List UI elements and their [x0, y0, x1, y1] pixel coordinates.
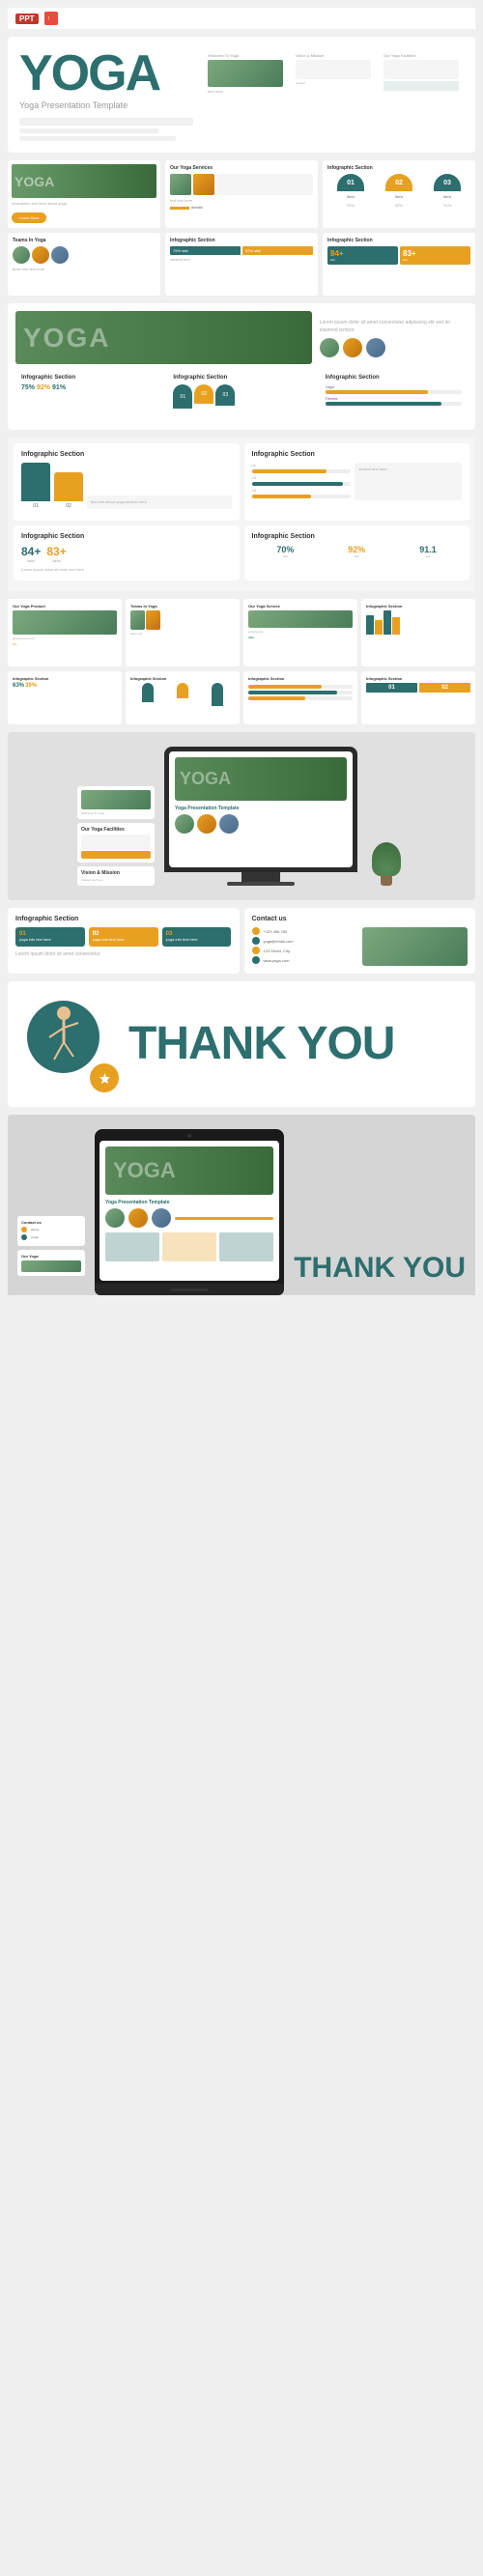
- side-slide-1: Welcome To Yoga: [77, 786, 155, 819]
- contact-slide: Contact us +123 456 789 yoga@email.com 1…: [244, 908, 476, 974]
- infographic-contact-row: Infographic Section 01 yoga info text he…: [8, 908, 475, 974]
- teams-slide: Teams In Yoga team info text here: [8, 233, 160, 296]
- bottom-right-content: THANK YOU: [294, 1255, 466, 1295]
- infographic-4col: Infographic Section: [361, 599, 475, 666]
- infographic-large-slide: Infographic Section 01 yoga info text he…: [8, 908, 240, 974]
- side-slide-3: Vision & Mission mission text here: [77, 866, 155, 886]
- yoga-wide-slide: YOGA Lorem ipsum dolor sit amet consecte…: [8, 303, 475, 430]
- slide-row-1: YOGA description text here about yoga Le…: [8, 160, 475, 228]
- laptop-mockup-section: Contact us phone email Our Yoga: [8, 1115, 475, 1295]
- infographic-wide-2: Infographic Section 01 03 25 section tex…: [244, 443, 470, 521]
- wide-yoga-image: YOGA: [15, 311, 312, 364]
- slide-row-2: Teams In Yoga team info text here Infogr…: [8, 233, 475, 296]
- percentage-slide: Infographic Section 70% stat 92% stat 91…: [244, 525, 470, 580]
- top-bar: PPT !: [8, 8, 475, 29]
- main-yoga-title: YOGA: [19, 48, 193, 99]
- infographic-row-4: Infographic Section 63% 39% Infographic …: [8, 671, 475, 724]
- inf-4-1: Infographic Section 63% 39%: [8, 671, 122, 724]
- bottom-side-slide-1: Contact us phone email: [17, 1216, 85, 1246]
- infographic-2col-1: Infographic Section 01 02 text info abou…: [14, 443, 469, 521]
- infographic-slide-small-1: Infographic Section 01 item 02 item 03 i…: [323, 160, 475, 228]
- thank-you-text: THANK YOU: [128, 1023, 394, 1064]
- infographic-wide-1: Infographic Section 01 02 text info abou…: [14, 443, 240, 521]
- bottom-side-slide-2: Our Yoga: [17, 1250, 85, 1276]
- hero-slide: YOGA Yoga Presentation Template Welcome …: [8, 37, 475, 153]
- monitor-mockup: YOGA Yoga Presentation Template: [164, 747, 357, 886]
- product-row: Our Yoga Product product info here 84+ T…: [8, 599, 475, 666]
- phone-icon: [252, 927, 260, 935]
- location-icon: [252, 947, 260, 954]
- our-yoga-services-slide: Our Yoga Services text info here details: [165, 160, 318, 228]
- page-container: PPT ! YOGA Yoga Presentation Template We: [0, 0, 483, 1303]
- side-slide-2: Our Yoga Facilities: [77, 823, 155, 863]
- hero-right: Welcome To Yoga text here Vision & Missi…: [203, 48, 464, 141]
- thumb-1: Welcome To Yoga text here: [203, 48, 288, 111]
- stats-slide: Infographic Section 84+ label 83+ label …: [14, 525, 240, 580]
- infographic-a: Infographic Section 75% 92% 91%: [15, 369, 163, 417]
- service-slide-2: Our Yoga Service service text 280+: [243, 599, 357, 666]
- large-infographic-section: Infographic Section 01 02 text info abou…: [8, 438, 475, 591]
- inf-4-4: Infographic Section 01 02: [361, 671, 475, 724]
- svg-text:!: !: [48, 16, 49, 22]
- infographic-slide-small-3: Infographic Section 84+ info 83+ info: [323, 233, 475, 296]
- yoga-pose-svg: [40, 1004, 88, 1071]
- email-icon: [252, 937, 260, 945]
- device-mockup-section: Welcome To Yoga Our Yoga Facilities Visi…: [8, 732, 475, 900]
- main-tagline: Yoga Presentation Template: [19, 100, 193, 110]
- infographic-c: Infographic Section Yoga Fitness: [320, 369, 468, 417]
- yoga-slide-1: YOGA description text here about yoga Le…: [8, 160, 160, 228]
- laptop-mockup: YOGA Yoga Presentation Template: [95, 1129, 284, 1295]
- hero-left: YOGA Yoga Presentation Template: [19, 48, 193, 141]
- infographic-slide-small-2: Infographic Section 75% stat 92% stat co…: [165, 233, 318, 296]
- inf-4-2: Infographic Section: [126, 671, 240, 724]
- file-icon: !: [44, 12, 58, 25]
- teams-slide-2: Teams In Yoga team text: [126, 599, 240, 666]
- thumb-2: Vision & Mission content: [291, 48, 376, 111]
- infographic-row-below: Infographic Section 75% 92% 91% Infograp…: [15, 369, 468, 417]
- thumb-3: Our Yoga Facilities: [379, 48, 464, 111]
- ppt-badge: PPT: [15, 14, 39, 24]
- infographic-b: Infographic Section 01 02 03: [167, 369, 315, 417]
- thank-you-slide: THANK YOU: [8, 981, 475, 1107]
- wide-slide-info: Lorem ipsum dolor sit amet consectetur a…: [320, 319, 468, 357]
- inf-4-3: Infographic Section: [243, 671, 357, 724]
- infographic-2col-2: Infographic Section 84+ label 83+ label …: [14, 525, 469, 580]
- plant-decoration: [367, 842, 406, 886]
- thank-you-image-container: [27, 1001, 114, 1088]
- product-slide-1: Our Yoga Product product info here 84+: [8, 599, 122, 666]
- web-icon: [252, 956, 260, 964]
